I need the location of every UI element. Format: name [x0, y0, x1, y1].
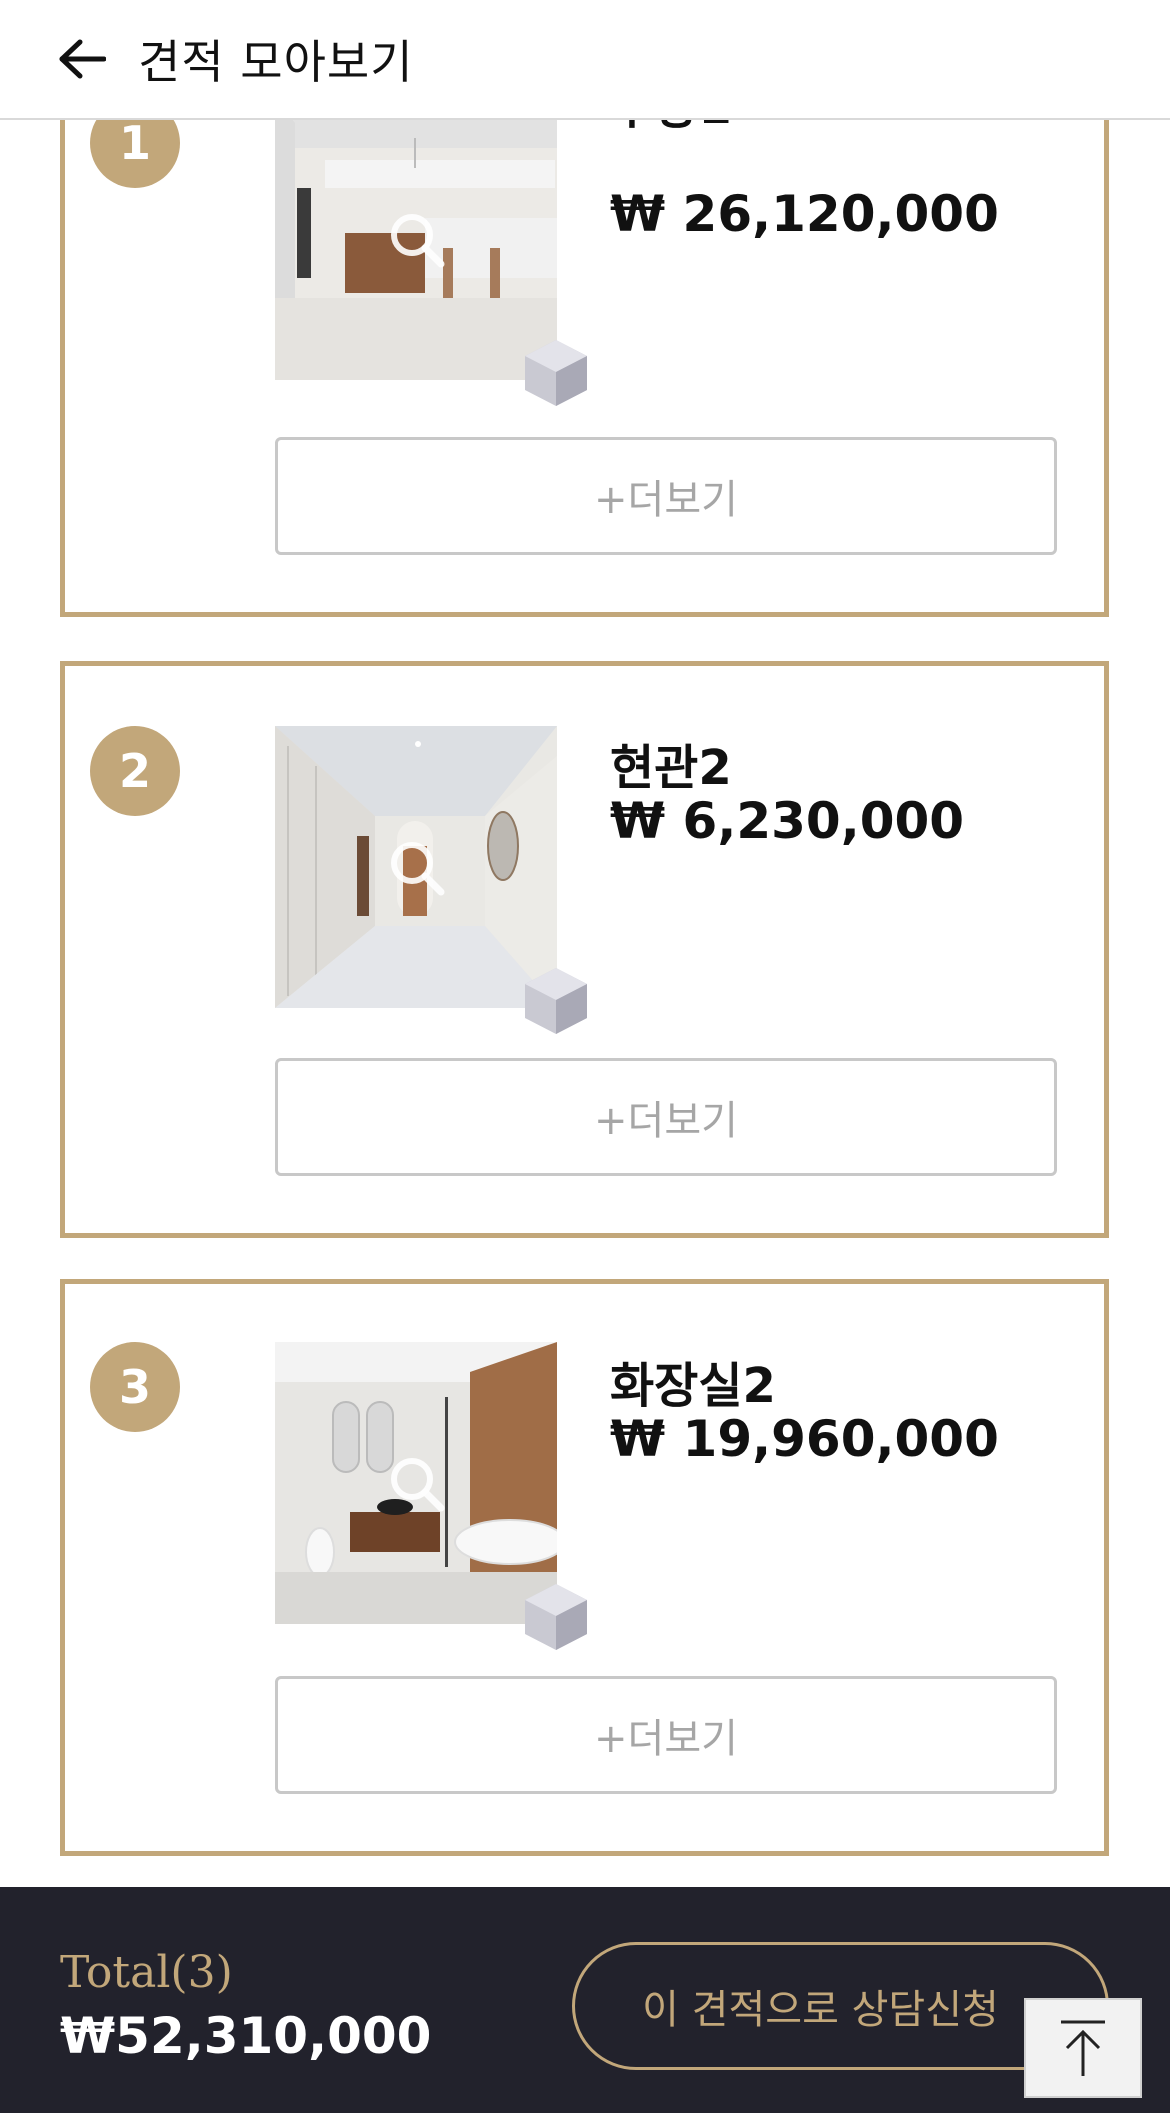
estimate-thumbnail[interactable]: [275, 98, 587, 406]
3d-cube-icon[interactable]: [523, 966, 589, 1036]
more-button[interactable]: +더보기: [275, 437, 1057, 555]
estimate-price: ₩ 26,120,000: [610, 185, 999, 243]
total-footer: Total(3) ₩52,310,000 이 견적으로 상담신청: [0, 1887, 1170, 2113]
estimate-number-badge: 3: [90, 1342, 180, 1432]
scroll-top-button[interactable]: [1024, 1998, 1142, 2098]
more-button[interactable]: +더보기: [275, 1676, 1057, 1794]
estimate-card: 1 ₩ 26,120,000 +더보기: [60, 40, 1109, 617]
3d-cube-icon[interactable]: [523, 1582, 589, 1652]
estimate-thumbnail[interactable]: [275, 1342, 587, 1650]
zoom-icon[interactable]: [385, 1452, 449, 1516]
app-header: 견적 모아보기: [0, 0, 1170, 120]
estimate-room-name: 현관2: [610, 740, 732, 796]
zoom-icon[interactable]: [385, 208, 449, 272]
total-amount: ₩52,310,000: [60, 2007, 432, 2065]
estimate-number-badge: 2: [90, 726, 180, 816]
estimate-price: ₩ 19,960,000: [610, 1410, 999, 1468]
total-label: Total(3): [60, 1947, 233, 1998]
3d-cube-icon[interactable]: [523, 338, 589, 408]
more-button[interactable]: +더보기: [275, 1058, 1057, 1176]
arrow-left-icon: [59, 39, 106, 79]
estimate-price: ₩ 6,230,000: [610, 792, 965, 850]
estimate-room-name: 화장실2: [610, 1358, 776, 1414]
estimate-card: 3 화장실2 ₩ 19,960,000 +더보기: [60, 1279, 1109, 1856]
zoom-icon[interactable]: [385, 836, 449, 900]
estimate-thumbnail[interactable]: [275, 726, 587, 1034]
arrow-up-to-top-icon: [1061, 2020, 1105, 2076]
estimate-card: 2 현관2 ₩ 6,230,000 +더보기: [60, 661, 1109, 1238]
back-button[interactable]: [58, 35, 106, 83]
page-title: 견적 모아보기: [138, 35, 414, 89]
